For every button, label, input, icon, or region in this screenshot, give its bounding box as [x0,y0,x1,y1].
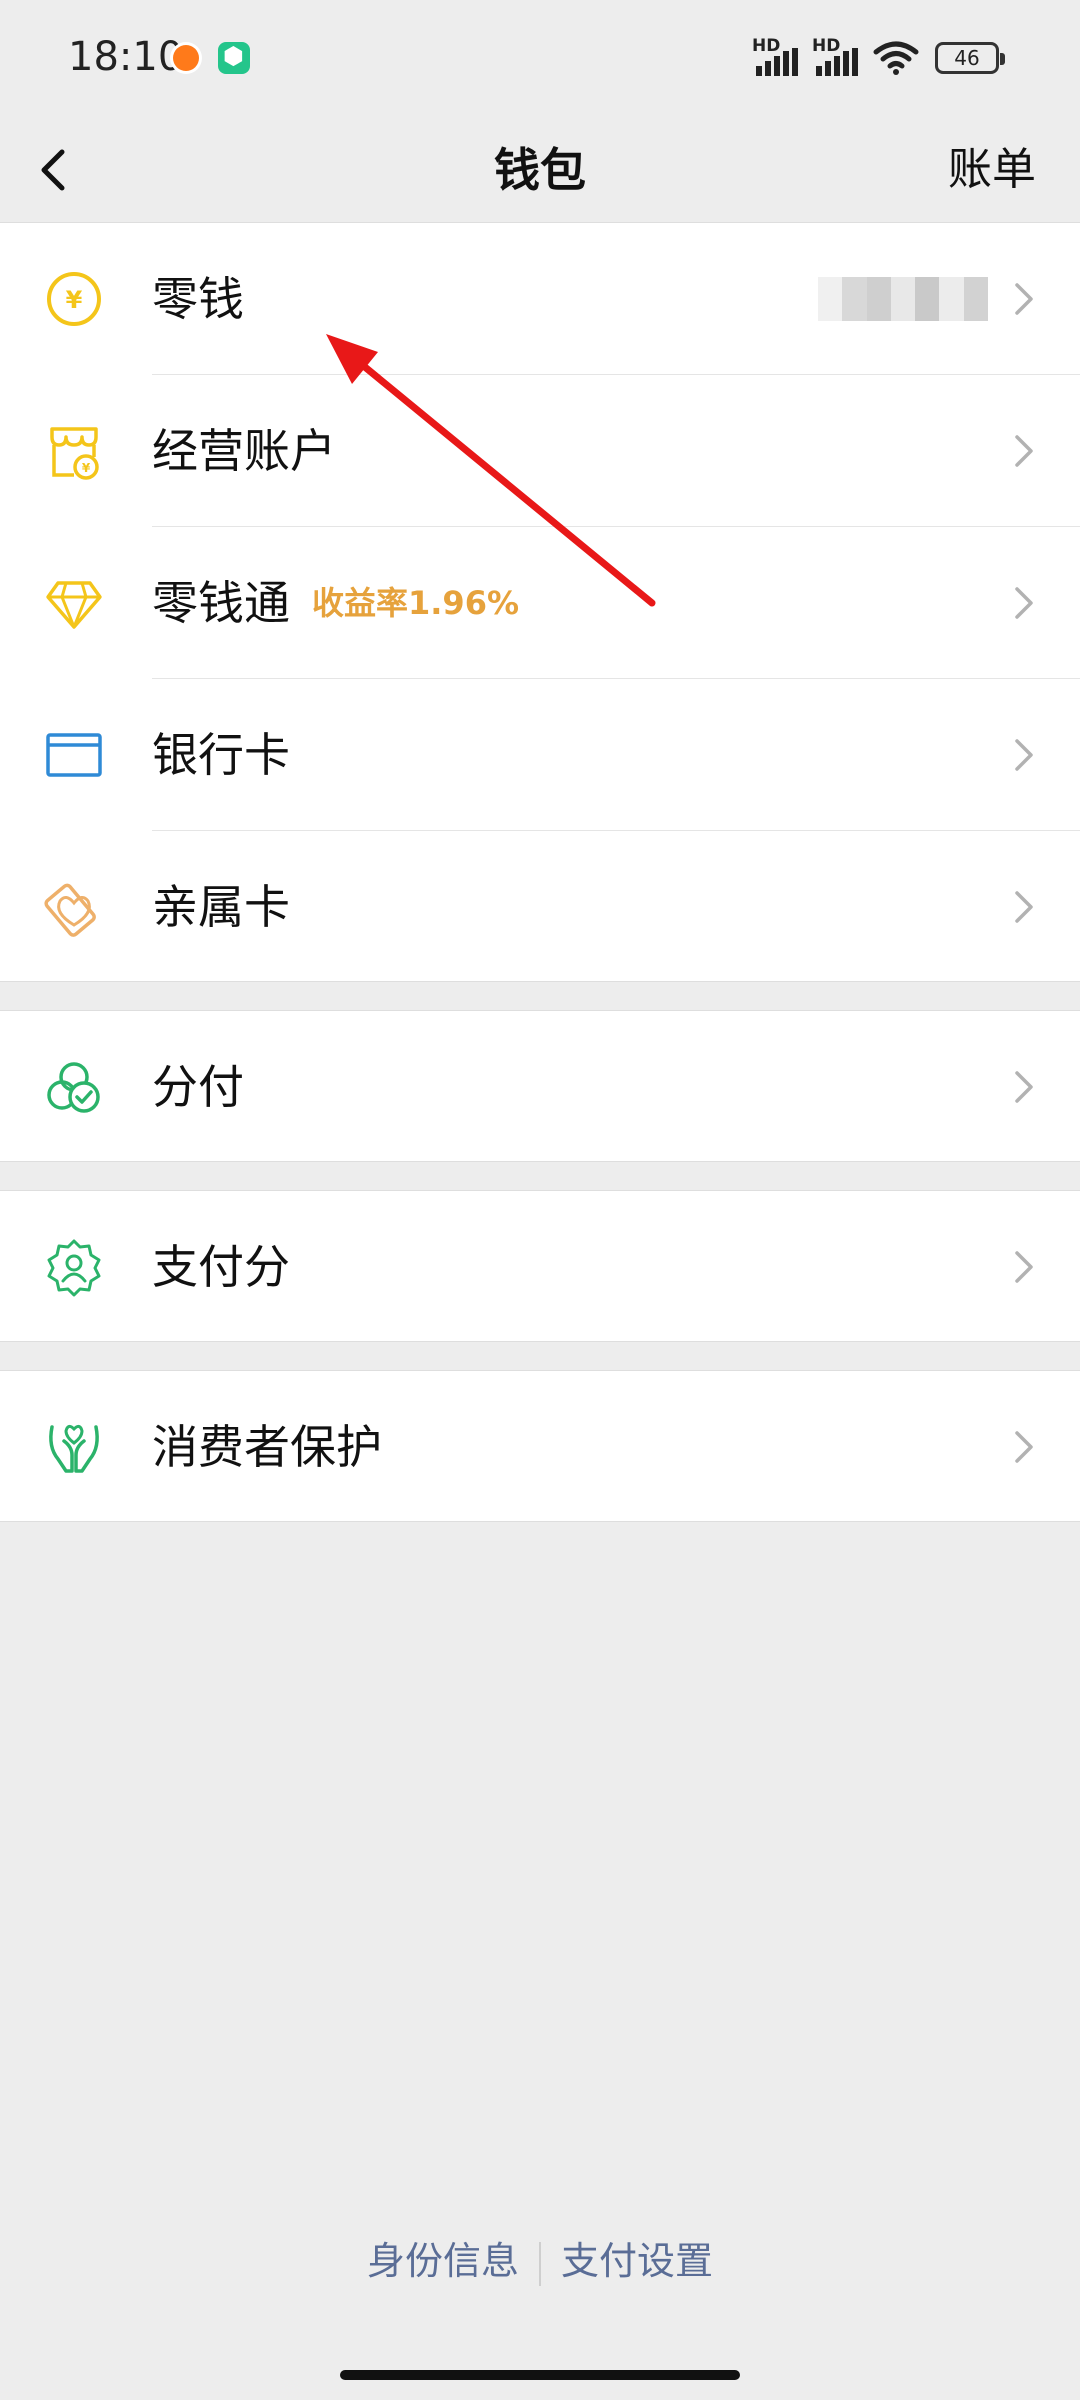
badge-icon [47,1239,101,1297]
row-pay-score[interactable]: 支付分 [0,1191,1080,1343]
row-label: 银行卡 [152,728,290,782]
row-label: 经营账户 [152,424,336,478]
svg-text:¥: ¥ [82,461,91,475]
balance-blurred [818,277,988,321]
row-label: 消费者保护 [152,1420,382,1474]
row-label: 零钱通 [152,576,290,630]
row-label: 分付 [152,1060,244,1114]
pay-score-group: 支付分 [0,1190,1080,1342]
row-change-pass[interactable]: 零钱通 收益率1.96% [0,527,1080,679]
chevron-right-icon [1015,891,1033,923]
installment-group: 分付 [0,1010,1080,1162]
wallet-main-group: ¥ 零钱 ¥ 经营账户 零钱通 收益率1.96% 银行卡 亲属卡 [0,222,1080,982]
chevron-right-icon [1015,283,1033,315]
yield-rate-tag: 收益率1.96% [312,584,520,622]
row-change[interactable]: ¥ 零钱 [0,223,1080,375]
row-label: 亲属卡 [152,880,290,934]
row-consumer-protection[interactable]: 消费者保护 [0,1371,1080,1523]
svg-text:¥: ¥ [66,286,83,314]
diamond-icon [46,581,102,629]
footer-links: 身份信息 支付设置 [0,2230,1080,2300]
yuan-coin-icon: ¥ [47,272,101,326]
chevron-right-icon [1015,1071,1033,1103]
chevron-right-icon [1015,1431,1033,1463]
row-installment[interactable]: 分付 [0,1011,1080,1163]
row-label: 零钱 [152,272,244,326]
chevron-right-icon [1015,435,1033,467]
row-business-account[interactable]: ¥ 经营账户 [0,375,1080,527]
circles-icon [47,1062,100,1113]
row-bank-card[interactable]: 银行卡 [0,679,1080,831]
chevron-right-icon [1015,1251,1033,1283]
card-icon [46,733,102,777]
chevron-right-icon [1015,587,1033,619]
bill-button[interactable]: 账单 [948,130,1036,210]
nav-bar: 钱包 账单 [0,118,1080,222]
status-bar: 18:10 HD HD 46 [0,0,1080,118]
page-title: 钱包 [494,143,586,197]
app-notification-icon [170,42,202,74]
battery-indicator: 46 [935,42,1005,74]
shop-icon: ¥ [50,427,99,480]
status-time: 18:10 [68,34,184,80]
row-family-card[interactable]: 亲属卡 [0,831,1080,983]
chevron-right-icon [1015,739,1033,771]
payment-settings-link[interactable]: 支付设置 [541,2230,733,2285]
family-card-icon [44,883,96,937]
security-app-icon [218,42,250,74]
identity-info-link[interactable]: 身份信息 [347,2230,539,2285]
home-indicator[interactable] [340,2370,740,2380]
row-label: 支付分 [152,1240,290,1294]
consumer-protection-group: 消费者保护 [0,1370,1080,1522]
hands-icon [49,1424,99,1473]
wifi-icon [873,41,919,75]
